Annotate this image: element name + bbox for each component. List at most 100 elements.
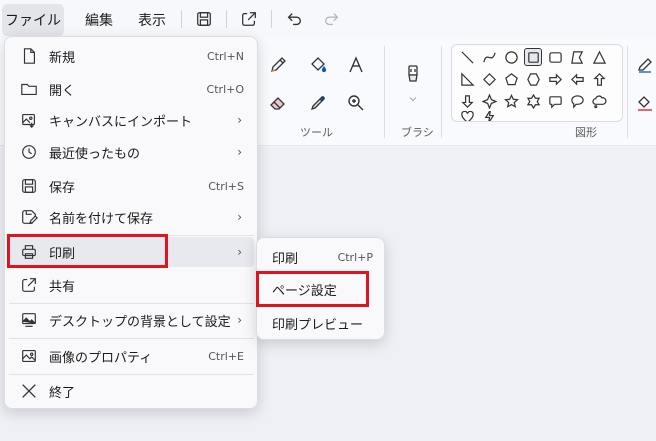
lightning-shape-icon[interactable] bbox=[480, 111, 498, 121]
chevron-right-icon: › bbox=[237, 210, 242, 224]
color-picker-icon[interactable] bbox=[305, 90, 331, 116]
four-point-star-shape-icon[interactable] bbox=[480, 92, 498, 110]
ribbon-separator bbox=[627, 46, 628, 138]
menu-separator bbox=[9, 303, 254, 304]
menu-item-label: 開く bbox=[49, 83, 76, 99]
brush-group-label: ブラシ bbox=[401, 126, 434, 139]
submenu-item-print-preview[interactable]: 印刷プレビュー bbox=[261, 309, 381, 337]
arrow-right-shape-icon[interactable] bbox=[546, 70, 564, 88]
curve-shape-icon[interactable] bbox=[480, 48, 498, 66]
menu-item-open[interactable]: 開く Ctrl+O bbox=[9, 74, 254, 104]
arrow-left-shape-icon[interactable] bbox=[568, 70, 586, 88]
desktop-background-icon bbox=[19, 310, 39, 330]
close-icon bbox=[19, 381, 39, 401]
right-triangle-shape-icon[interactable] bbox=[458, 70, 476, 88]
fill-icon[interactable] bbox=[632, 90, 656, 116]
share-icon[interactable] bbox=[235, 5, 263, 33]
printer-icon bbox=[19, 242, 39, 262]
menu-item-recent[interactable]: 最近使ったもの › bbox=[9, 137, 254, 167]
hexagon-shape-icon[interactable] bbox=[524, 70, 542, 88]
menu-item-new[interactable]: 新規 Ctrl+N bbox=[9, 41, 254, 71]
save-icon[interactable] bbox=[190, 5, 218, 33]
triangle-shape-icon[interactable] bbox=[590, 48, 608, 66]
brush-icon[interactable] bbox=[399, 60, 427, 90]
chevron-right-icon: › bbox=[237, 145, 242, 159]
menu-separator bbox=[181, 10, 182, 28]
submenu-item-label: 印刷プレビュー bbox=[272, 317, 364, 333]
submenu-item-shortcut: Ctrl+P bbox=[337, 250, 373, 264]
menu-item-exit[interactable]: 終了 bbox=[9, 376, 254, 406]
pencil-icon[interactable] bbox=[265, 52, 291, 78]
menu-item-save[interactable]: 保存 Ctrl+S bbox=[9, 171, 254, 201]
magnifier-icon[interactable] bbox=[343, 90, 369, 116]
submenu-item-label: 印刷 bbox=[272, 251, 299, 267]
oval-shape-icon[interactable] bbox=[502, 48, 520, 66]
clock-icon bbox=[19, 142, 39, 162]
menu-item-label: デスクトップの背景として設定 bbox=[49, 314, 231, 330]
rounded-callout-shape-icon[interactable] bbox=[546, 92, 564, 110]
new-file-icon bbox=[19, 46, 39, 66]
folder-icon bbox=[19, 79, 39, 99]
menu-item-shortcut: Ctrl+N bbox=[206, 49, 244, 63]
menu-item-label: 終了 bbox=[49, 385, 76, 401]
import-image-icon bbox=[19, 110, 39, 130]
ribbon-separator bbox=[441, 46, 442, 138]
save-icon bbox=[19, 176, 39, 196]
menu-file[interactable]: ファイル bbox=[2, 4, 64, 36]
save-as-icon bbox=[19, 207, 39, 227]
rectangle-shape-icon[interactable] bbox=[524, 48, 542, 66]
submenu-item-page-setup[interactable]: ページ設定 bbox=[261, 275, 381, 303]
menu-item-set-desktop-background[interactable]: デスクトップの背景として設定 › bbox=[9, 305, 254, 335]
menu-separator bbox=[271, 10, 272, 28]
menu-item-image-properties[interactable]: 画像のプロパティ Ctrl+E bbox=[9, 341, 254, 371]
chevron-right-icon: › bbox=[237, 113, 242, 127]
menu-item-save-as[interactable]: 名前を付けて保存 › bbox=[9, 202, 254, 232]
cloud-callout-shape-icon[interactable] bbox=[590, 92, 608, 110]
menu-item-label: 新規 bbox=[49, 50, 76, 66]
menu-edit[interactable]: 編集 bbox=[74, 4, 124, 36]
arrow-down-shape-icon[interactable] bbox=[458, 92, 476, 110]
polygon-shape-icon[interactable] bbox=[568, 48, 586, 66]
diamond-shape-icon[interactable] bbox=[480, 70, 498, 88]
print-submenu: 印刷 Ctrl+P ページ設定 印刷プレビュー bbox=[256, 237, 385, 340]
menu-item-label: 保存 bbox=[49, 180, 76, 196]
oval-callout-shape-icon[interactable] bbox=[568, 92, 586, 110]
menu-item-import-to-canvas[interactable]: キャンバスにインポート › bbox=[9, 105, 254, 135]
menu-item-label: 画像のプロパティ bbox=[49, 350, 153, 366]
menu-separator bbox=[9, 338, 254, 339]
tools-group-label: ツール bbox=[300, 126, 333, 139]
share-icon bbox=[19, 275, 39, 295]
pentagon-shape-icon[interactable] bbox=[502, 70, 520, 88]
menu-item-label: 共有 bbox=[49, 279, 76, 295]
chevron-right-icon: › bbox=[237, 245, 242, 259]
submenu-item-print[interactable]: 印刷 Ctrl+P bbox=[261, 243, 381, 271]
line-shape-icon[interactable] bbox=[458, 48, 476, 66]
arrow-up-shape-icon[interactable] bbox=[590, 70, 608, 88]
properties-icon bbox=[19, 346, 39, 366]
redo-icon[interactable] bbox=[318, 5, 346, 33]
ribbon-separator bbox=[384, 46, 385, 138]
menu-item-shortcut: Ctrl+S bbox=[208, 179, 244, 193]
menu-item-print[interactable]: 印刷 › bbox=[9, 237, 254, 267]
submenu-item-label: ページ設定 bbox=[272, 283, 337, 299]
five-point-star-shape-icon[interactable] bbox=[502, 92, 520, 110]
menu-item-label: キャンバスにインポート bbox=[49, 114, 193, 130]
chevron-down-icon[interactable] bbox=[400, 92, 426, 106]
menu-item-share[interactable]: 共有 bbox=[9, 270, 254, 300]
fill-bucket-icon[interactable] bbox=[305, 52, 331, 78]
rounded-rectangle-shape-icon[interactable] bbox=[546, 48, 564, 66]
eraser-icon[interactable] bbox=[265, 90, 291, 116]
menu-item-shortcut: Ctrl+E bbox=[208, 349, 244, 363]
menu-separator bbox=[9, 235, 254, 236]
menu-separator bbox=[9, 374, 254, 375]
heart-shape-icon[interactable] bbox=[458, 111, 476, 121]
six-point-star-shape-icon[interactable] bbox=[524, 92, 542, 110]
menu-item-label: 印刷 bbox=[49, 246, 76, 262]
menu-item-label: 最近使ったもの bbox=[49, 146, 141, 162]
outline-icon[interactable] bbox=[632, 52, 656, 78]
menu-view[interactable]: 表示 bbox=[130, 4, 174, 36]
undo-icon[interactable] bbox=[280, 5, 308, 33]
menu-bar: ファイル 編集 表示 bbox=[0, 0, 656, 38]
text-icon[interactable] bbox=[343, 52, 369, 78]
file-menu-dropdown: 新規 Ctrl+N 開く Ctrl+O キャンバスにインポート › 最近使ったも… bbox=[4, 36, 258, 409]
